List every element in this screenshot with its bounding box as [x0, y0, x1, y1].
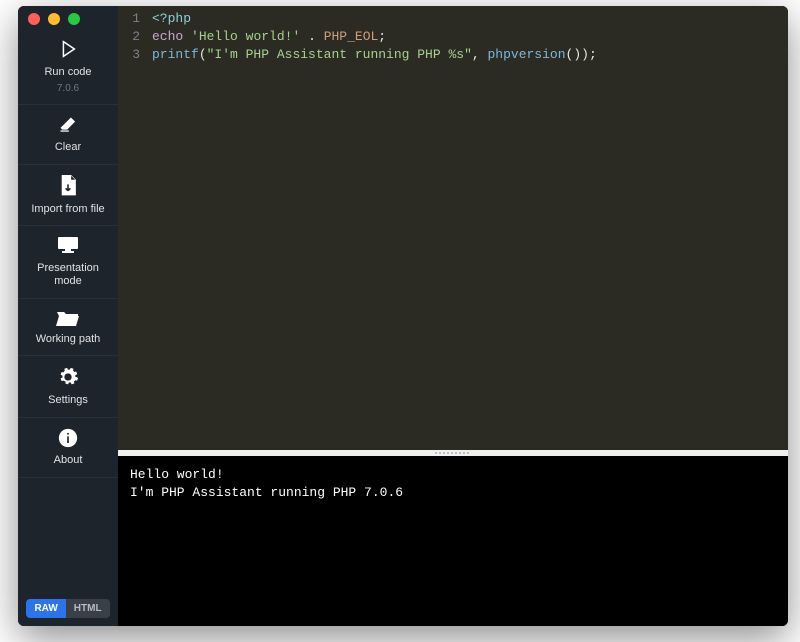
info-icon — [58, 428, 78, 448]
eraser-icon — [57, 115, 79, 135]
line-number: 3 — [118, 46, 140, 64]
import-from-file-button[interactable]: Import from file — [18, 165, 118, 227]
code-token: echo — [152, 29, 183, 44]
code-token: PHP_EOL — [324, 29, 379, 44]
presentation-mode-label: Presentation mode — [22, 262, 114, 287]
file-import-icon — [58, 175, 78, 197]
code-content[interactable]: <?php echo 'Hello world!' . PHP_EOL; pri… — [146, 6, 788, 450]
code-token: , — [472, 47, 488, 62]
about-button[interactable]: About — [18, 418, 118, 478]
line-gutter: 1 2 3 — [118, 6, 146, 450]
sidebar: Run code 7.0.6 Clear Import from file — [18, 6, 118, 626]
code-token: "I'm PHP Assistant running PHP %s" — [207, 47, 472, 62]
code-token: ( — [199, 47, 207, 62]
settings-button[interactable]: Settings — [18, 356, 118, 418]
code-token: ) — [581, 47, 589, 62]
pane-splitter[interactable] — [118, 450, 788, 456]
code-token: printf — [152, 47, 199, 62]
code-token — [300, 29, 308, 44]
clear-label: Clear — [55, 141, 81, 154]
clear-button[interactable]: Clear — [18, 105, 118, 165]
code-token — [316, 29, 324, 44]
main-area: 1 2 3 <?php echo 'Hello world!' . PHP_EO… — [118, 6, 788, 626]
play-icon — [57, 38, 79, 60]
code-token: ) — [573, 47, 581, 62]
presentation-mode-button[interactable]: Presentation mode — [18, 226, 118, 298]
output-raw-toggle[interactable]: RAW — [26, 599, 65, 618]
working-path-label: Working path — [36, 333, 101, 346]
code-token: phpversion — [487, 47, 565, 62]
code-token: 'Hello world!' — [191, 29, 300, 44]
run-code-button[interactable]: Run code 7.0.6 — [18, 28, 118, 105]
line-number: 2 — [118, 28, 140, 46]
code-token: ; — [378, 29, 386, 44]
code-token: <?php — [152, 11, 191, 26]
about-label: About — [54, 454, 83, 467]
close-window-button[interactable] — [28, 13, 40, 25]
output-panel[interactable]: Hello world! I'm PHP Assistant running P… — [118, 456, 788, 626]
code-editor[interactable]: 1 2 3 <?php echo 'Hello world!' . PHP_EO… — [118, 6, 788, 450]
code-token — [183, 29, 191, 44]
window-controls — [28, 13, 80, 25]
code-token: . — [308, 29, 316, 44]
line-number: 1 — [118, 10, 140, 28]
settings-label: Settings — [48, 394, 88, 407]
run-code-label: Run code — [44, 66, 91, 79]
php-version-label: 7.0.6 — [57, 83, 79, 95]
output-format-toggle: RAW HTML — [18, 591, 118, 626]
working-path-button[interactable]: Working path — [18, 299, 118, 357]
import-from-file-label: Import from file — [31, 203, 104, 216]
output-text: Hello world! I'm PHP Assistant running P… — [130, 467, 403, 500]
presentation-icon — [56, 236, 80, 256]
folder-open-icon — [56, 309, 80, 327]
zoom-window-button[interactable] — [68, 13, 80, 25]
output-html-toggle[interactable]: HTML — [66, 599, 110, 618]
gear-icon — [57, 366, 79, 388]
code-token: ; — [589, 47, 597, 62]
app-window: Run code 7.0.6 Clear Import from file — [18, 6, 788, 626]
minimize-window-button[interactable] — [48, 13, 60, 25]
